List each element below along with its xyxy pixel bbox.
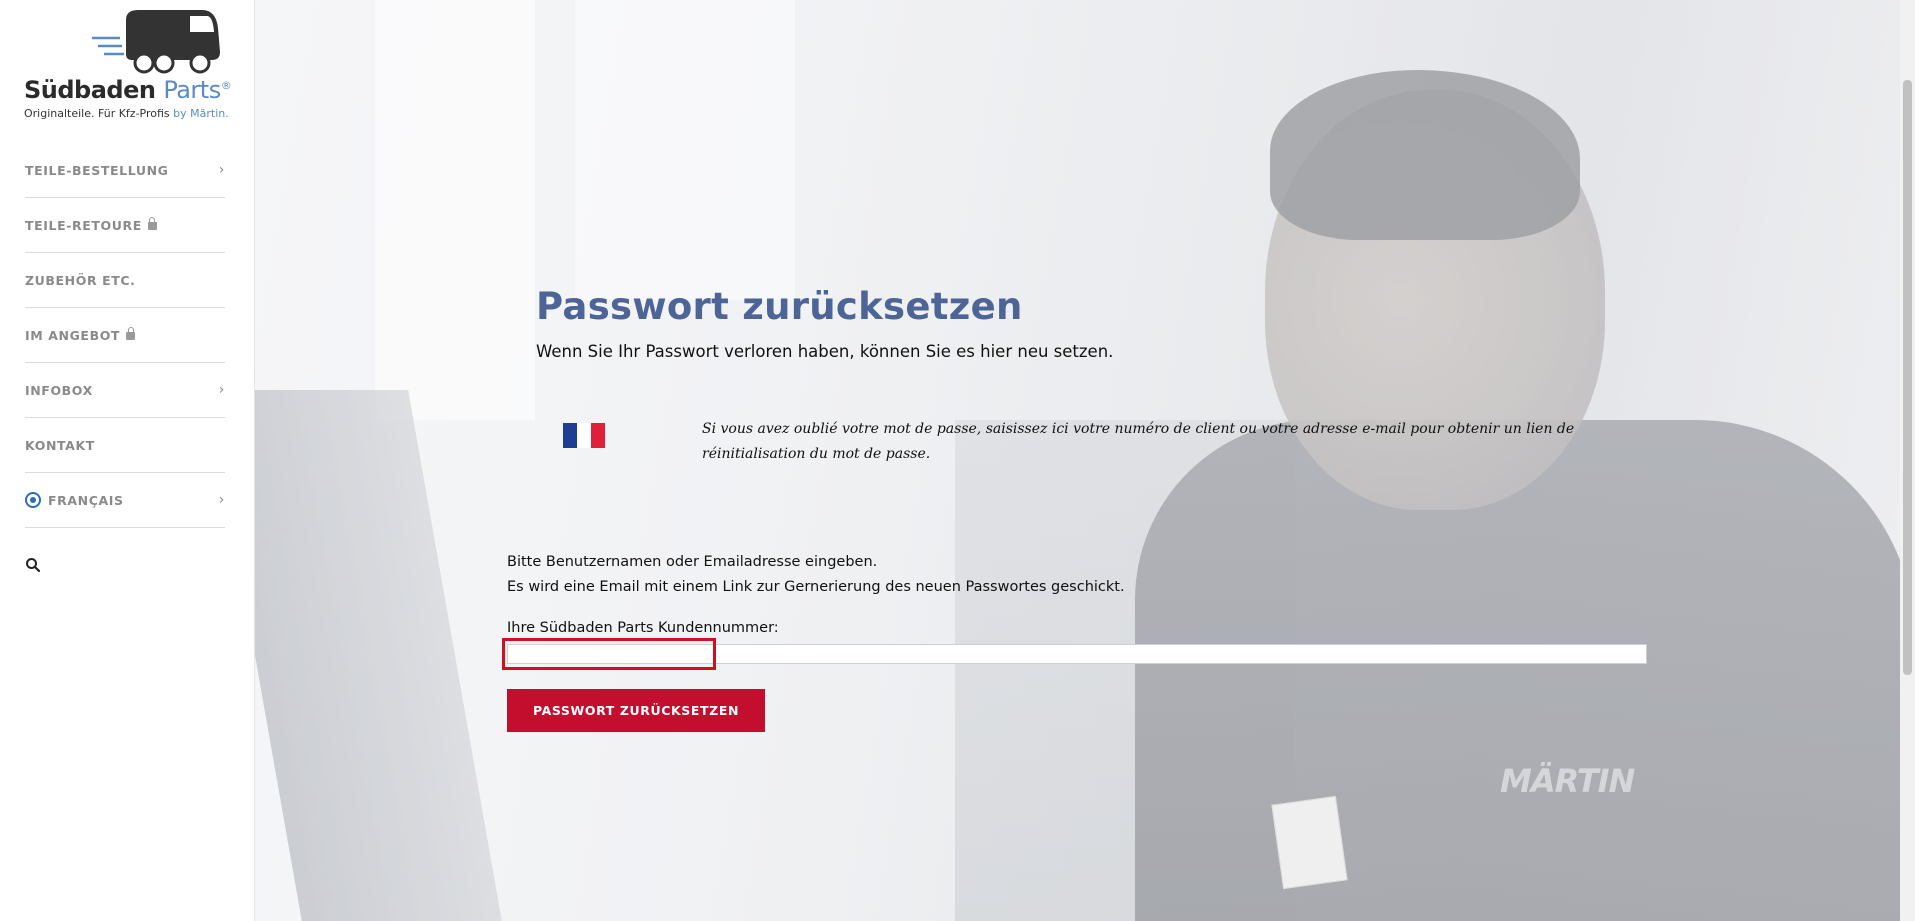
nav-item-im-angebot[interactable]: IM ANGEBOT [25, 308, 225, 363]
instruction-line: Bitte Benutzernamen oder Emailadresse ei… [507, 554, 878, 570]
nav-item-language-francais[interactable]: FRANÇAIS › [25, 473, 225, 528]
main-nav: TEILE-BESTELLUNG › TEILE-RETOURE ZUBEHÖR… [25, 143, 225, 528]
search-icon[interactable] [25, 557, 41, 573]
chevron-right-icon: › [218, 492, 225, 508]
scrollbar[interactable] [1900, 0, 1915, 921]
site-logo[interactable]: Südbaden Parts® Originalteile. Für Kfz-P… [24, 8, 234, 120]
nav-label: KONTAKT [25, 437, 95, 453]
reset-password-button[interactable]: PASSWORT ZURÜCKSETZEN [507, 689, 765, 732]
brand-name: Südbaden Parts® [24, 76, 232, 104]
nav-label: FRANÇAIS [48, 492, 124, 508]
nav-item-infobox[interactable]: INFOBOX › [25, 363, 225, 418]
nav-item-kontakt[interactable]: KONTAKT [25, 418, 225, 473]
instructions: Bitte Benutzernamen oder Emailadresse ei… [507, 550, 1647, 600]
customer-number-field-wrapper [502, 638, 1647, 670]
nav-item-teile-retoure[interactable]: TEILE-RETOURE [25, 198, 225, 253]
french-flag-icon [563, 423, 605, 448]
customer-number-input[interactable] [507, 644, 1647, 664]
nav-label: TEILE-BESTELLUNG [25, 162, 169, 178]
customer-number-label: Ihre Südbaden Parts Kundennummer: [507, 620, 779, 636]
reset-form-section: Passwort zurücksetzen Wenn Sie Ihr Passw… [502, 285, 1647, 732]
sidebar: Südbaden Parts® Originalteile. Für Kfz-P… [0, 0, 255, 921]
van-logo-icon [92, 10, 220, 74]
lock-icon [147, 217, 157, 230]
chevron-right-icon: › [218, 162, 225, 178]
french-notice: Si vous avez oublié votre mot de passe, … [507, 417, 1647, 477]
brand-tagline: Originalteile. Für Kfz-Profis by Märtin. [24, 107, 229, 120]
nav-label: INFOBOX [25, 382, 93, 398]
page-subtitle: Wenn Sie Ihr Passwort verloren haben, kö… [536, 342, 1114, 361]
nav-label: IM ANGEBOT [25, 327, 121, 343]
main-content: MÄRTIN Passwort zurücksetzen Wenn Sie Ih… [255, 0, 1900, 921]
scrollbar-thumb[interactable] [1903, 80, 1912, 675]
nav-item-zubehoer[interactable]: ZUBEHÖR ETC. [25, 253, 225, 308]
nav-label: ZUBEHÖR ETC. [25, 272, 136, 288]
globe-icon [25, 492, 41, 508]
lock-icon [126, 327, 136, 340]
chevron-right-icon: › [218, 382, 225, 398]
instruction-line: Es wird eine Email mit einem Link zur Ge… [507, 579, 1125, 595]
french-notice-text: Si vous avez oublié votre mot de passe, … [702, 421, 1575, 462]
nav-item-teile-bestellung[interactable]: TEILE-BESTELLUNG › [25, 143, 225, 198]
page-title: Passwort zurücksetzen [536, 285, 1023, 328]
nav-label: TEILE-RETOURE [25, 217, 142, 233]
